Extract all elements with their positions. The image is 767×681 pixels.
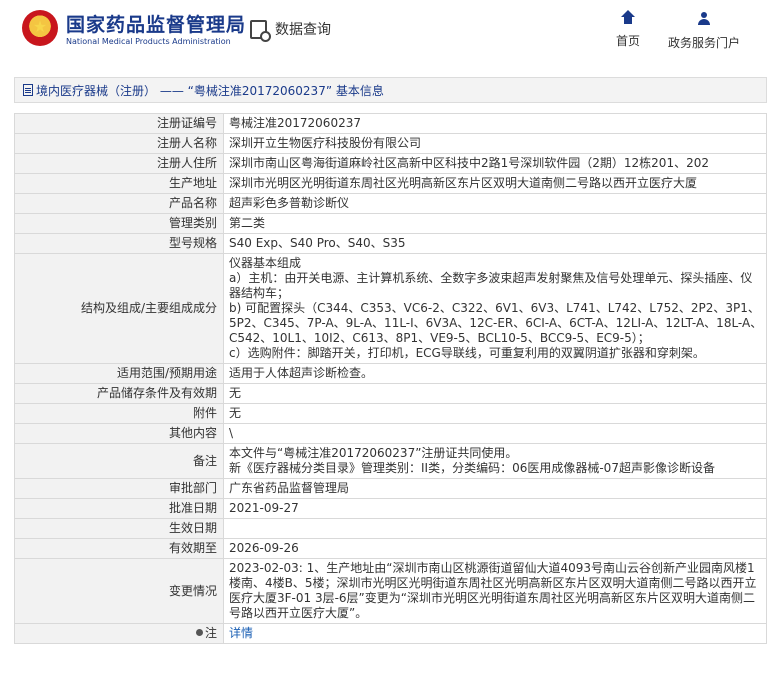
field-value: 第二类 bbox=[223, 213, 767, 234]
field-value: 广东省药品监督管理局 bbox=[223, 478, 767, 499]
note-label: 注 bbox=[204, 626, 217, 640]
table-row: 结构及组成/主要组成成分 仪器基本组成 a）主机：由开关电源、主计算机系统、全数字多… bbox=[14, 253, 767, 364]
table-row: 注册人名称 深圳开立生物医疗科技股份有限公司 bbox=[14, 133, 767, 154]
field-value: 粤械注准20172060237 bbox=[223, 113, 767, 134]
field-value: 适用于人体超声诊断检查。 bbox=[223, 363, 767, 384]
field-label: 变更情况 bbox=[14, 558, 224, 624]
table-row: 型号规格 S40 Exp、S40 Pro、S40、S35 bbox=[14, 233, 767, 254]
field-value-note: 详情 bbox=[223, 623, 767, 644]
field-label: 适用范围/预期用途 bbox=[14, 363, 224, 384]
table-row: 批准日期 2021-09-27 bbox=[14, 498, 767, 519]
table-row: 产品名称 超声彩色多普勒诊断仪 bbox=[14, 193, 767, 214]
detail-table: 注册证编号 粤械注准20172060237 注册人名称 深圳开立生物医疗科技股份有限公… bbox=[14, 113, 767, 644]
field-label-note: 注 bbox=[14, 623, 224, 644]
field-value: 无 bbox=[223, 403, 767, 424]
field-label: 生效日期 bbox=[14, 518, 224, 539]
home-icon bbox=[621, 10, 635, 24]
table-row: 适用范围/预期用途 适用于人体超声诊断检查。 bbox=[14, 363, 767, 384]
field-value-line: 新《医疗器械分类目录》管理类别：II类，分类编码：06医用成像器械-07超声影像… bbox=[229, 461, 715, 475]
national-emblem-logo[interactable]: ★ bbox=[22, 10, 58, 46]
field-label: 批准日期 bbox=[14, 498, 224, 519]
user-icon bbox=[698, 12, 710, 26]
details-link[interactable]: 详情 bbox=[229, 626, 253, 640]
nav-home-label: 首页 bbox=[615, 34, 640, 48]
table-row: 生产地址 深圳市光明区光明街道东周社区光明高新区东片区双明大道南侧二号路以西开立医… bbox=[14, 173, 767, 194]
field-label: 结构及组成/主要组成成分 bbox=[14, 253, 224, 364]
table-row: 有效期至 2026-09-26 bbox=[14, 538, 767, 559]
record-title-bar: 境内医疗器械（注册） —— “粤械注准20172060237” 基本信息 bbox=[14, 77, 767, 103]
table-row: 其他内容 \ bbox=[14, 423, 767, 444]
field-value: 深圳开立生物医疗科技股份有限公司 bbox=[223, 133, 767, 154]
brand-title-en[interactable]: National Medical Products Administration bbox=[66, 37, 231, 46]
table-row: 生效日期 bbox=[14, 518, 767, 539]
nav-service-portal-label: 政务服务门户 bbox=[667, 36, 740, 50]
table-row: 附件无 bbox=[14, 403, 767, 424]
table-row-note: 注详情 bbox=[14, 623, 767, 644]
field-value-line: 仪器基本组成 bbox=[229, 256, 302, 270]
brand-title-cn[interactable]: 国家药品监督管理局 bbox=[66, 10, 246, 37]
field-label: 生产地址 bbox=[14, 173, 224, 194]
table-row: 管理类别 第二类 bbox=[14, 213, 767, 234]
nav-home[interactable]: 首页 bbox=[614, 10, 642, 49]
table-row: 注册证编号 粤械注准20172060237 bbox=[14, 113, 767, 134]
field-value-line: a）主机：由开关电源、主计算机系统、全数字多波束超声发射聚焦及信号处理单元、探头… bbox=[229, 271, 753, 300]
field-value: 2021-09-27 bbox=[223, 498, 767, 519]
field-label: 审批部门 bbox=[14, 478, 224, 499]
field-value: 超声彩色多普勒诊断仪 bbox=[223, 193, 767, 214]
field-label: 产品储存条件及有效期 bbox=[14, 383, 224, 404]
field-value: 本文件与“粤械注准20172060237”注册证共同使用。 新《医疗器械分类目录》… bbox=[223, 443, 767, 479]
field-label: 注册证编号 bbox=[14, 113, 224, 134]
field-label: 型号规格 bbox=[14, 233, 224, 254]
field-label: 注册人住所 bbox=[14, 153, 224, 174]
table-row: 产品储存条件及有效期无 bbox=[14, 383, 767, 404]
field-value: 2026-09-26 bbox=[223, 538, 767, 559]
field-label: 附件 bbox=[14, 403, 224, 424]
data-query-link[interactable]: 数据查询 bbox=[250, 19, 331, 42]
field-value-line: c）选购附件：脚踏开关，打印机，ECG导联线，可重复利用的双翼阴道扩张器和穿刺架… bbox=[229, 346, 705, 360]
field-label: 其他内容 bbox=[14, 423, 224, 444]
field-label: 注册人名称 bbox=[14, 133, 224, 154]
field-value: 2023-02-03: 1、生产地址由“深圳市南山区桃源街道留仙大道4093号南… bbox=[223, 558, 767, 624]
field-label: 备注 bbox=[14, 443, 224, 479]
field-value: S40 Exp、S40 Pro、S40、S35 bbox=[223, 233, 767, 254]
field-label: 管理类别 bbox=[14, 213, 224, 234]
field-value: 仪器基本组成 a）主机：由开关电源、主计算机系统、全数字多波束超声发射聚焦及信号处… bbox=[223, 253, 767, 364]
field-label: 产品名称 bbox=[14, 193, 224, 214]
document-icon bbox=[23, 84, 33, 96]
field-value: 无 bbox=[223, 383, 767, 404]
nav-service-portal[interactable]: 政务服务门户 bbox=[664, 12, 744, 51]
field-value: 深圳市南山区粤海街道麻岭社区高新中区科技中2路1号深圳软件园（2期）12栋201… bbox=[223, 153, 767, 174]
field-label: 有效期至 bbox=[14, 538, 224, 559]
field-value-line: b) 可配置探头（C344、C353、VC6-2、C322、6V1、6V3、L7… bbox=[229, 301, 763, 345]
field-value-line: 本文件与“粤械注准20172060237”注册证共同使用。 bbox=[229, 446, 518, 460]
field-value: 深圳市光明区光明街道东周社区光明高新区东片区双明大道南侧二号路以西开立医疗大厦 bbox=[223, 173, 767, 194]
record-title: 境内医疗器械（注册） —— “粤械注准20172060237” 基本信息 bbox=[36, 83, 384, 98]
field-value bbox=[223, 518, 767, 539]
field-value: \ bbox=[223, 423, 767, 444]
detail-table-wrapper: 注册证编号 粤械注准20172060237 注册人名称 深圳开立生物医疗科技股份有限公… bbox=[14, 113, 767, 644]
table-row: 变更情况 2023-02-03: 1、生产地址由“深圳市南山区桃源街道留仙大道40… bbox=[14, 558, 767, 624]
site-header: ★ 国家药品监督管理局 National Medical Products Ad… bbox=[0, 0, 767, 58]
data-query-icon bbox=[250, 19, 271, 42]
table-row: 审批部门 广东省药品监督管理局 bbox=[14, 478, 767, 499]
pin-icon bbox=[195, 629, 203, 636]
data-query-label: 数据查询 bbox=[275, 22, 331, 38]
table-row: 备注 本文件与“粤械注准20172060237”注册证共同使用。 新《医疗器械分类目… bbox=[14, 443, 767, 479]
table-row: 注册人住所 深圳市南山区粤海街道麻岭社区高新中区科技中2路1号深圳软件园（2期）1… bbox=[14, 153, 767, 174]
